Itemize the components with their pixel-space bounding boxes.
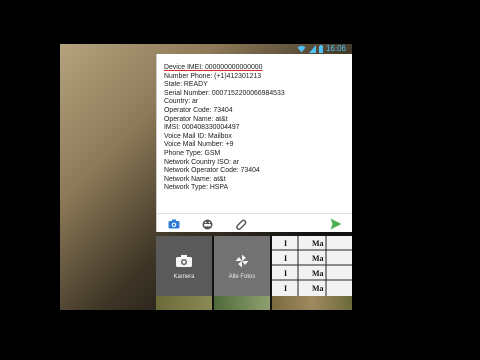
photo-thumbnail-document[interactable]: I Ma I Ma I Ma I Ma <box>272 236 352 296</box>
info-line: Network Type: HSPA <box>164 184 229 192</box>
info-line: Number Phone: (+1)412301213 <box>164 72 262 80</box>
clock: 16:06 <box>325 44 346 53</box>
doc-cell: I <box>284 284 288 293</box>
phone-screen: 16:06 Device IMEI: 000000000000000 Numbe… <box>60 44 352 310</box>
info-line: Serial Number: 0007152200066984533 <box>164 89 285 97</box>
photo-thumbnail[interactable] <box>272 296 352 310</box>
all-photos-tile-label: Alle Fotos <box>228 274 256 280</box>
camera-icon[interactable] <box>167 217 181 231</box>
status-bar: 16:06 <box>60 44 352 54</box>
paperclip-icon[interactable] <box>234 217 248 231</box>
info-line: State: READY <box>164 81 208 89</box>
doc-cell: Ma <box>312 254 324 263</box>
doc-cell: I <box>284 239 288 248</box>
info-line: IMSI: 000408330004497 <box>164 124 240 132</box>
info-line: Network Name: at&t <box>164 175 226 183</box>
camera-icon <box>176 255 192 267</box>
info-line: Network Country ISO: ar <box>164 158 240 166</box>
message-text[interactable]: Device IMEI: 000000000000000 Number Phon… <box>164 64 350 193</box>
photo-thumbnail[interactable] <box>214 296 270 310</box>
compose-toolbar <box>157 213 352 233</box>
info-line: Operator Code: 73404 <box>164 106 233 114</box>
send-icon[interactable] <box>329 217 343 231</box>
info-line: Country: ar <box>164 98 199 106</box>
emoji-icon[interactable] <box>200 217 214 231</box>
photo-thumbnail[interactable] <box>156 296 212 310</box>
info-line: Operator Name: at&t <box>164 115 228 123</box>
info-line: Voice Mail Number: +9 <box>164 141 234 149</box>
status-icons: 16:06 <box>297 44 346 54</box>
all-photos-tile[interactable]: Alle Fotos <box>214 236 270 296</box>
info-line: Phone Type: GSM <box>164 149 221 157</box>
doc-cell: Ma <box>312 239 324 248</box>
pinwheel-icon <box>235 254 249 268</box>
compose-panel[interactable]: Device IMEI: 000000000000000 Number Phon… <box>156 54 352 232</box>
media-picker: Kamera Alle Fotos I Ma I Ma I Ma I Ma <box>156 236 352 310</box>
doc-cell: I <box>284 269 288 278</box>
camera-tile-label: Kamera <box>173 274 195 280</box>
doc-cell: I <box>284 254 288 263</box>
camera-tile[interactable]: Kamera <box>156 236 212 296</box>
info-line: Network Operator Code: 73404 <box>164 167 260 175</box>
info-line: Device IMEI: 000000000000000 <box>164 64 263 71</box>
doc-cell: Ma <box>312 269 324 278</box>
doc-cell: Ma <box>312 284 324 293</box>
info-line: Voice Mail ID: Mailbox <box>164 132 232 140</box>
